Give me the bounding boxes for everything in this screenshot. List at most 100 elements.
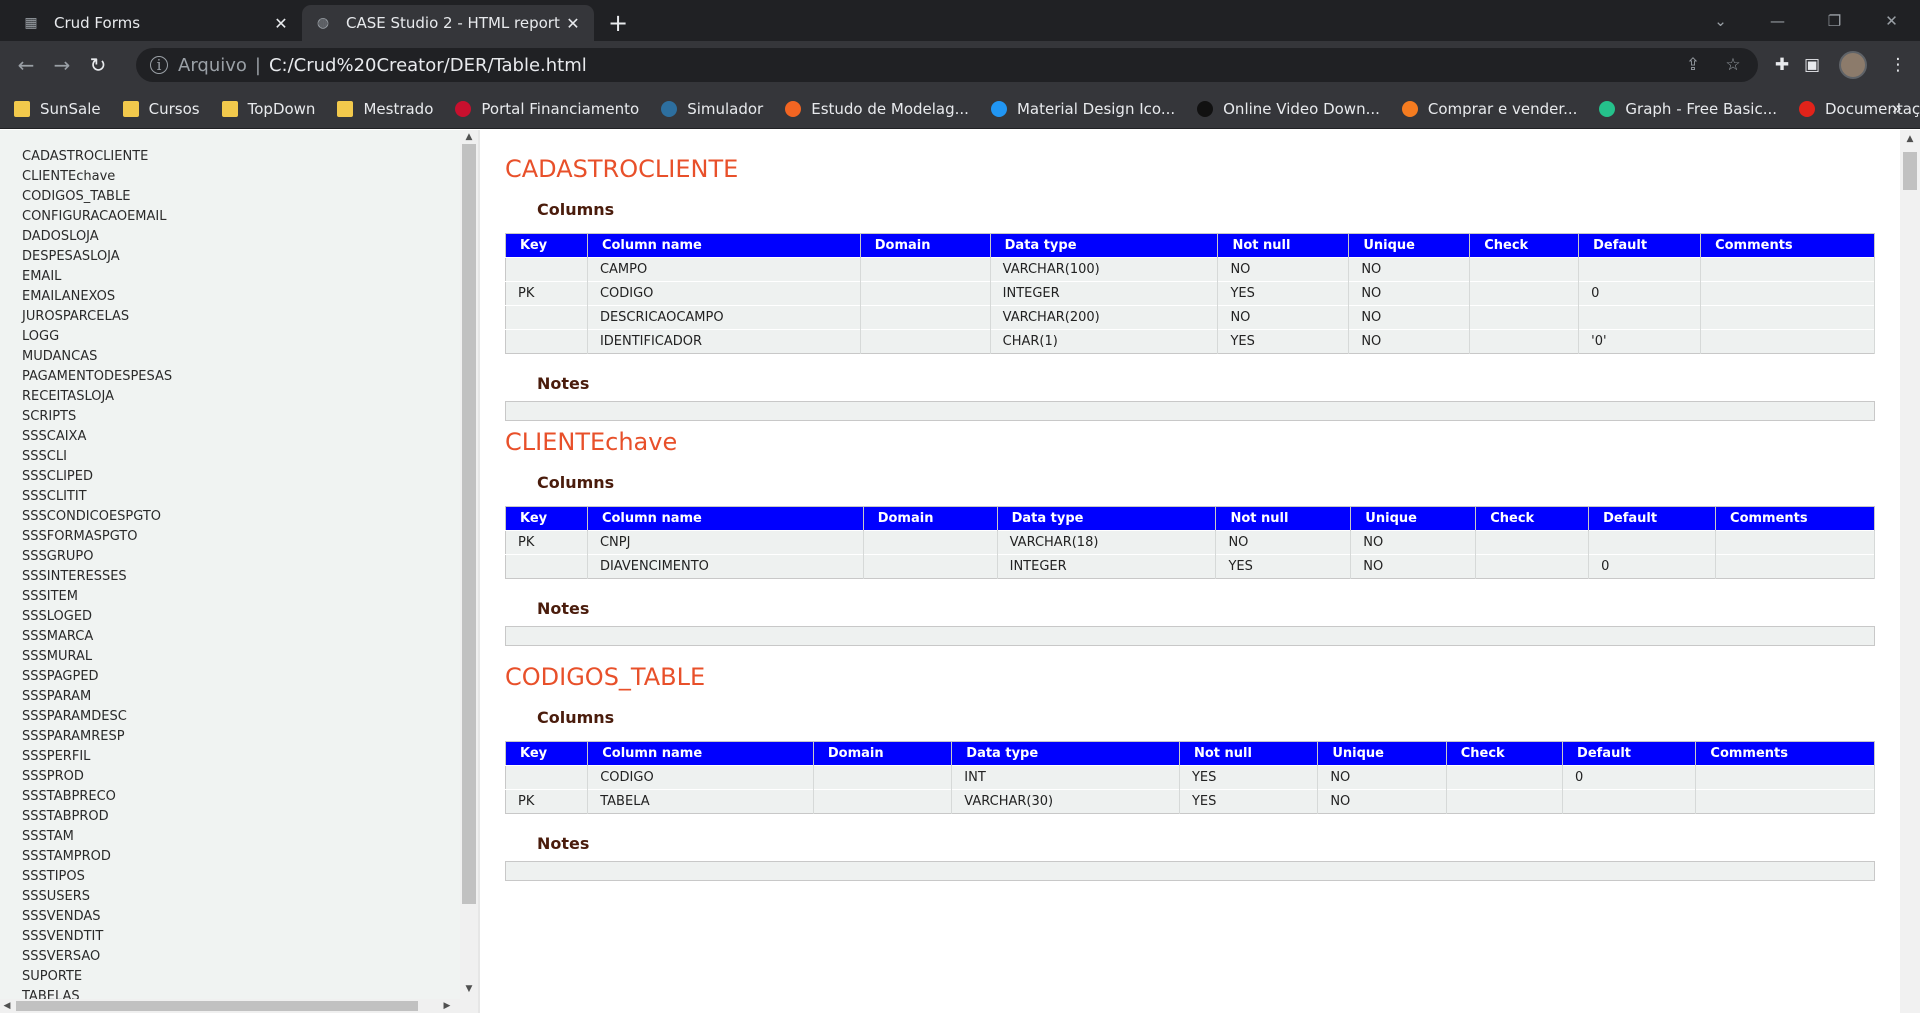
back-button[interactable]: ←	[8, 47, 44, 83]
sidebar-table-link[interactable]: SSSTIPOS	[22, 867, 480, 887]
table-cell: CHAR(1)	[990, 329, 1219, 354]
table-cell: NO	[1317, 789, 1447, 814]
avatar[interactable]	[1839, 51, 1867, 79]
scroll-right-icon[interactable]: ▶	[440, 999, 454, 1013]
sidebar-table-link[interactable]: SSSTABPROD	[22, 807, 480, 827]
tab-crud-forms[interactable]: ▦ Crud Forms ✕	[10, 5, 302, 41]
sidebar-table-link[interactable]: SSSCLIPED	[22, 467, 480, 487]
info-icon[interactable]: i	[150, 56, 168, 74]
main-vertical-scrollbar[interactable]: ▲	[1900, 130, 1920, 1013]
sidebar-table-link[interactable]: SSSITEM	[22, 587, 480, 607]
sidebar-table-link[interactable]: SSSTAMPROD	[22, 847, 480, 867]
sidebar-table-link[interactable]: CLIENTEchave	[22, 167, 480, 187]
sidebar-table-link[interactable]: SSSVENDTIT	[22, 927, 480, 947]
table-cell: CODIGO	[587, 765, 814, 790]
table-cell	[1578, 305, 1702, 330]
sidebar-table-link[interactable]: SSSFORMASPGTO	[22, 527, 480, 547]
close-icon[interactable]: ✕	[272, 14, 290, 33]
close-icon[interactable]: ✕	[564, 14, 582, 33]
sidebar-table-link[interactable]: SSSPROD	[22, 767, 480, 787]
sidebar-table-link[interactable]: SSSCLITIT	[22, 487, 480, 507]
table-cell	[1446, 765, 1564, 790]
scroll-down-icon[interactable]: ▼	[460, 982, 478, 996]
bookmark-item[interactable]: Portal Financiamento	[455, 100, 639, 118]
sidebar-table-link[interactable]: SSSLOGED	[22, 607, 480, 627]
sidebar-table-link[interactable]: SSSCAIXA	[22, 427, 480, 447]
table-cell	[1475, 530, 1590, 555]
sidebar-table-link[interactable]: CODIGOS_TABLE	[22, 187, 480, 207]
bookmarks-overflow-button[interactable]: »	[1892, 99, 1902, 119]
sidebar-table-link[interactable]: DADOSLOJA	[22, 227, 480, 247]
sidebar-table-link[interactable]: SSSVENDAS	[22, 907, 480, 927]
column-header: Not null	[1179, 741, 1319, 766]
column-header: Not null	[1217, 233, 1350, 258]
scroll-up-icon[interactable]: ▲	[460, 130, 478, 144]
sidebar-table-link[interactable]: SSSUSERS	[22, 887, 480, 907]
scrollbar-thumb[interactable]	[1903, 152, 1917, 190]
page-icon: ▦	[24, 15, 38, 31]
bookmark-item[interactable]: Estudo de Modelag...	[785, 100, 969, 118]
sidebar-table-link[interactable]: SSSPERFIL	[22, 747, 480, 767]
simulator-icon	[661, 100, 678, 117]
column-header: Check	[1469, 233, 1580, 258]
bookmark-item[interactable]: Online Video Down...	[1197, 100, 1380, 118]
close-window-button[interactable]: ✕	[1863, 0, 1920, 41]
sidebar-table-link[interactable]: EMAIL	[22, 267, 480, 287]
sidebar-table-link[interactable]: SUPORTE	[22, 967, 480, 987]
address-bar[interactable]: i Arquivo | C:/Crud%20Creator/DER/Table.…	[136, 48, 1758, 82]
bookmark-item[interactable]: Graph - Free Basic...	[1599, 100, 1777, 118]
scroll-up-icon[interactable]: ▲	[1900, 132, 1920, 146]
bookmark-item[interactable]: Cursos	[122, 100, 200, 118]
sidebar-table-link[interactable]: SSSMURAL	[22, 647, 480, 667]
sidebar-table-link[interactable]: CONFIGURACAOEMAIL	[22, 207, 480, 227]
sidebar-table-link[interactable]: SSSINTERESSES	[22, 567, 480, 587]
sidebar-table-link[interactable]: SSSPARAMDESC	[22, 707, 480, 727]
sidebar-table-link[interactable]: SSSTAM	[22, 827, 480, 847]
sidebar-table-link[interactable]: RECEITASLOJA	[22, 387, 480, 407]
sidebar-table-link[interactable]: SSSCONDICOESPGTO	[22, 507, 480, 527]
table-index-list: CADASTROCLIENTE CLIENTEchave CODIGOS_TABLE…	[0, 130, 480, 1007]
sidebar-table-link[interactable]: SSSPAGPED	[22, 667, 480, 687]
sidebar-table-link[interactable]: SSSPARAMRESP	[22, 727, 480, 747]
bookmark-item[interactable]: Simulador	[661, 100, 763, 118]
minimize-button[interactable]: —	[1749, 0, 1806, 41]
sidebar-vertical-scrollbar[interactable]: ▲ ▼	[460, 130, 478, 1013]
new-tab-button[interactable]: +	[600, 5, 636, 41]
sidebar-table-link[interactable]: SSSTABPRECO	[22, 787, 480, 807]
sidebar-table-link[interactable]: SSSGRUPO	[22, 547, 480, 567]
forward-button[interactable]: →	[44, 47, 80, 83]
sidebar-table-link[interactable]: LOGG	[22, 327, 480, 347]
restore-button[interactable]: ❐	[1806, 0, 1863, 41]
tab-case-studio[interactable]: ◍ CASE Studio 2 - HTML report ✕	[302, 5, 594, 41]
share-icon[interactable]: ⇪	[1682, 54, 1704, 76]
table-cell: CAMPO	[587, 257, 861, 282]
menu-icon[interactable]: ⋮	[1880, 47, 1916, 83]
tab-search-icon[interactable]: ⌄	[1692, 0, 1749, 41]
sidebar-table-link[interactable]: EMAILANEXOS	[22, 287, 480, 307]
table-title: CLIENTEchave	[505, 428, 678, 456]
browser-toolbar: ← → ↻ i Arquivo | C:/Crud%20Creator/DER/…	[0, 41, 1920, 89]
sidebar-table-link[interactable]: CADASTROCLIENTE	[22, 147, 480, 167]
sidebar-table-link[interactable]: DESPESASLOJA	[22, 247, 480, 267]
sidebar-table-link[interactable]: SSSVERSAO	[22, 947, 480, 967]
bookmark-item[interactable]: Material Design Ico...	[990, 100, 1175, 118]
sidebar-table-link[interactable]: JUROSPARCELAS	[22, 307, 480, 327]
bookmark-item[interactable]: Mestrado	[337, 100, 433, 118]
scrollbar-thumb[interactable]	[462, 144, 476, 904]
scroll-left-icon[interactable]: ◀	[0, 999, 14, 1013]
sidebar-horizontal-scrollbar[interactable]: ◀ ▶	[0, 999, 460, 1013]
sidebar-table-link[interactable]: SSSCLI	[22, 447, 480, 467]
bookmark-item[interactable]: SunSale	[14, 100, 101, 118]
sidebar-table-link[interactable]: SCRIPTS	[22, 407, 480, 427]
scrollbar-thumb[interactable]	[16, 1001, 418, 1011]
sidebar-table-link[interactable]: MUDANCAS	[22, 347, 480, 367]
sidebar-table-link[interactable]: SSSPARAM	[22, 687, 480, 707]
sidebar-table-link[interactable]: PAGAMENTODESPESAS	[22, 367, 480, 387]
bookmark-star-icon[interactable]: ☆	[1722, 54, 1744, 76]
bookmark-item[interactable]: TopDown	[221, 100, 315, 118]
reload-button[interactable]: ↻	[80, 47, 116, 83]
bookmark-item[interactable]: Comprar e vender...	[1401, 100, 1577, 118]
side-panel-icon[interactable]: ▣	[1794, 47, 1830, 83]
table-row: PK CODIGO INTEGER YES NO 0	[505, 281, 1875, 306]
sidebar-table-link[interactable]: SSSMARCA	[22, 627, 480, 647]
